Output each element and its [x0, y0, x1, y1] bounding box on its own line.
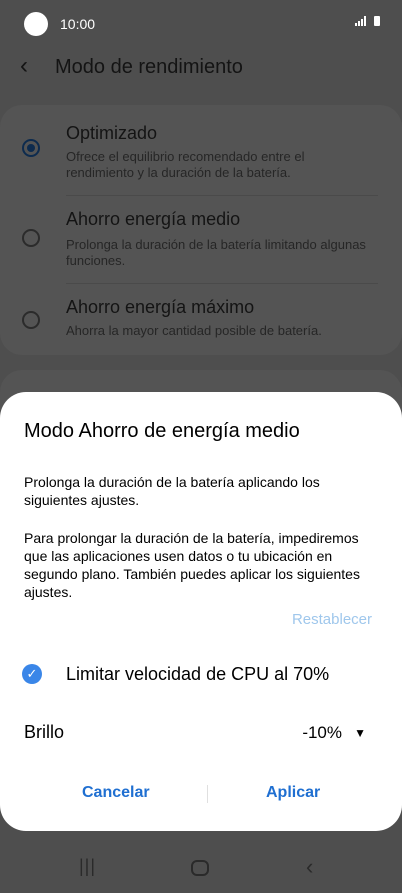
system-nav-bar: ||| ‹ — [0, 840, 402, 893]
option-desc: Prolonga la duración de la batería limit… — [66, 237, 366, 268]
home-icon[interactable] — [191, 860, 209, 876]
signal-icon — [354, 16, 366, 26]
option-desc: Ahorra la mayor cantidad posible de bate… — [66, 323, 322, 338]
page-title: Modo de rendimiento — [55, 56, 243, 78]
status-time: 10:00 — [60, 16, 96, 32]
option-title: Optimizado — [66, 123, 158, 143]
divider — [66, 195, 378, 196]
option-title: Ahorro energía medio — [66, 209, 241, 229]
dialog-title: Modo Ahorro de energía medio — [24, 420, 300, 442]
dialog-sheet: Modo Ahorro de energía medio Prolonga la… — [0, 392, 402, 831]
triangle-down-icon[interactable]: ▼ — [354, 726, 366, 740]
back-icon[interactable]: ‹ — [306, 854, 313, 880]
camera-cutout — [24, 12, 48, 36]
recent-apps-icon[interactable]: ||| — [79, 856, 96, 877]
dialog-paragraph: Para prolongar la duración de la batería… — [24, 530, 360, 600]
status-bar: 10:00 — [0, 0, 402, 48]
brightness-value[interactable]: -10% — [302, 723, 342, 743]
radio[interactable] — [22, 311, 40, 329]
radio[interactable] — [22, 229, 40, 247]
cpu-limit-label[interactable]: Limitar velocidad de CPU al 70% — [66, 664, 329, 685]
option-title: Ahorro energía máximo — [66, 297, 255, 317]
button-divider — [207, 785, 208, 803]
check-circle-icon[interactable]: ✓ — [22, 664, 42, 684]
divider — [66, 283, 378, 284]
mode-options-card: Optimizado Ofrece el equilibrio recomend… — [0, 105, 402, 355]
dialog-paragraph: Prolonga la duración de la batería aplic… — [24, 474, 320, 508]
battery-icon — [374, 16, 380, 26]
cancel-button[interactable]: Cancelar — [82, 784, 150, 802]
status-icons — [354, 16, 380, 29]
app-header: ‹ Modo de rendimiento — [0, 48, 402, 88]
apply-button[interactable]: Aplicar — [266, 784, 320, 802]
option-desc: Ofrece el equilibrio recomendado entre e… — [66, 149, 305, 180]
brightness-label: Brillo — [24, 722, 65, 742]
back-icon[interactable]: ‹ — [20, 52, 28, 80]
reset-button[interactable]: Restablecer — [292, 611, 372, 628]
radio-selected[interactable] — [22, 139, 40, 157]
